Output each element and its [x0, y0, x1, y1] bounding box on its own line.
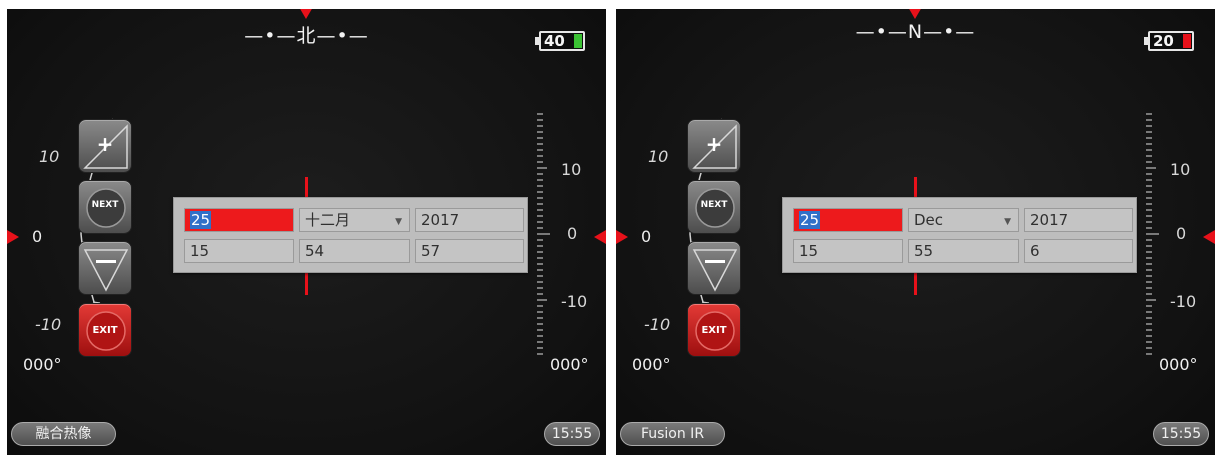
crosshair-top [305, 177, 308, 197]
month-select[interactable]: 十二月 ▼ [299, 208, 410, 232]
next-button[interactable]: NEXT [78, 180, 132, 234]
right-center-arrow-icon [1203, 230, 1215, 244]
decrease-button[interactable] [687, 241, 741, 295]
month-select[interactable]: Dec ▼ [908, 208, 1019, 232]
exit-button[interactable]: EXIT [78, 303, 132, 357]
year-field[interactable]: 2017 [415, 208, 524, 232]
pitch-zero-label: 0 [567, 224, 578, 243]
battery-indicator: 20 [1144, 31, 1194, 51]
roll-scale-bottom-label: -10 [35, 315, 62, 334]
increase-button[interactable]: + [687, 119, 741, 173]
month-value: Dec [914, 211, 944, 229]
second-field[interactable]: 57 [415, 239, 524, 263]
left-center-arrow-icon [7, 230, 19, 244]
thermal-screen-right: —•—N—•— 20 10 -10 0 10 0 -10 000° 000° +… [616, 9, 1215, 455]
pitch-bottom-label: -10 [561, 292, 588, 311]
roll-scale-top-label: 10 [39, 147, 60, 166]
roll-scale-zero-label: 0 [32, 227, 43, 246]
triangle-down-icon [692, 249, 738, 292]
month-value: 十二月 [305, 211, 351, 229]
pitch-top-label: 10 [561, 160, 582, 179]
increase-label: + [96, 132, 114, 156]
crosshair-top [914, 177, 917, 197]
pitch-top-label: 10 [1170, 160, 1191, 179]
roll-scale-bottom-label: -10 [644, 315, 671, 334]
next-label: NEXT [700, 200, 728, 210]
exit-button[interactable]: EXIT [687, 303, 741, 357]
roll-scale-top-label: 10 [648, 147, 669, 166]
mode-button[interactable]: Fusion IR [620, 422, 725, 446]
heading-degrees-left: 000° [23, 355, 62, 374]
heading-degrees-right: 000° [550, 355, 589, 374]
heading-marker-icon [908, 9, 922, 19]
heading-degrees-right: 000° [1159, 355, 1198, 374]
day-field[interactable]: 25 [793, 208, 903, 232]
date-time-dialog: 25 Dec ▼ 2017 15 55 6 [782, 197, 1137, 273]
next-button[interactable]: NEXT [687, 180, 741, 234]
decrease-button[interactable] [78, 241, 132, 295]
increase-label: + [705, 132, 723, 156]
crosshair-bottom [914, 273, 917, 295]
compass-heading: —•—N—•— [855, 21, 976, 43]
battery-level: 40 [544, 32, 565, 50]
clock-display: 15:55 [544, 422, 600, 446]
hour-field[interactable]: 15 [184, 239, 294, 263]
clock-display: 15:55 [1153, 422, 1209, 446]
day-value: 25 [799, 211, 821, 229]
battery-level: 20 [1153, 32, 1174, 50]
second-field[interactable]: 6 [1024, 239, 1133, 263]
pitch-bottom-label: -10 [1170, 292, 1197, 311]
minute-field[interactable]: 55 [908, 239, 1019, 263]
roll-scale-zero-label: 0 [641, 227, 652, 246]
minute-field[interactable]: 54 [299, 239, 410, 263]
hour-field[interactable]: 15 [793, 239, 903, 263]
day-field[interactable]: 25 [184, 208, 294, 232]
battery-indicator: 40 [535, 31, 585, 51]
compass-heading: —•—北—•— [244, 25, 369, 47]
increase-button[interactable]: + [78, 119, 132, 173]
exit-label: EXIT [92, 325, 118, 336]
thermal-screen-left: —•—北—•— 40 10 -10 0 10 0 -10 000° 000° +… [7, 9, 606, 455]
heading-marker-icon [299, 9, 313, 19]
battery-fill [574, 34, 582, 48]
left-center-arrow-icon [616, 230, 628, 244]
right-center-arrow-icon [594, 230, 606, 244]
day-value: 25 [190, 211, 212, 229]
crosshair-bottom [305, 273, 308, 295]
battery-fill [1183, 34, 1191, 48]
pitch-ruler-icon [537, 113, 550, 355]
mode-button[interactable]: 融合热像 [11, 422, 116, 446]
next-label: NEXT [91, 200, 119, 210]
dropdown-arrow-icon: ▼ [1004, 217, 1011, 227]
exit-label: EXIT [701, 325, 727, 336]
triangle-down-icon [83, 249, 129, 292]
dropdown-arrow-icon: ▼ [395, 217, 402, 227]
year-field[interactable]: 2017 [1024, 208, 1133, 232]
heading-degrees-left: 000° [632, 355, 671, 374]
pitch-ruler-icon [1146, 113, 1159, 355]
date-time-dialog: 25 十二月 ▼ 2017 15 54 57 [173, 197, 528, 273]
pitch-zero-label: 0 [1176, 224, 1187, 243]
